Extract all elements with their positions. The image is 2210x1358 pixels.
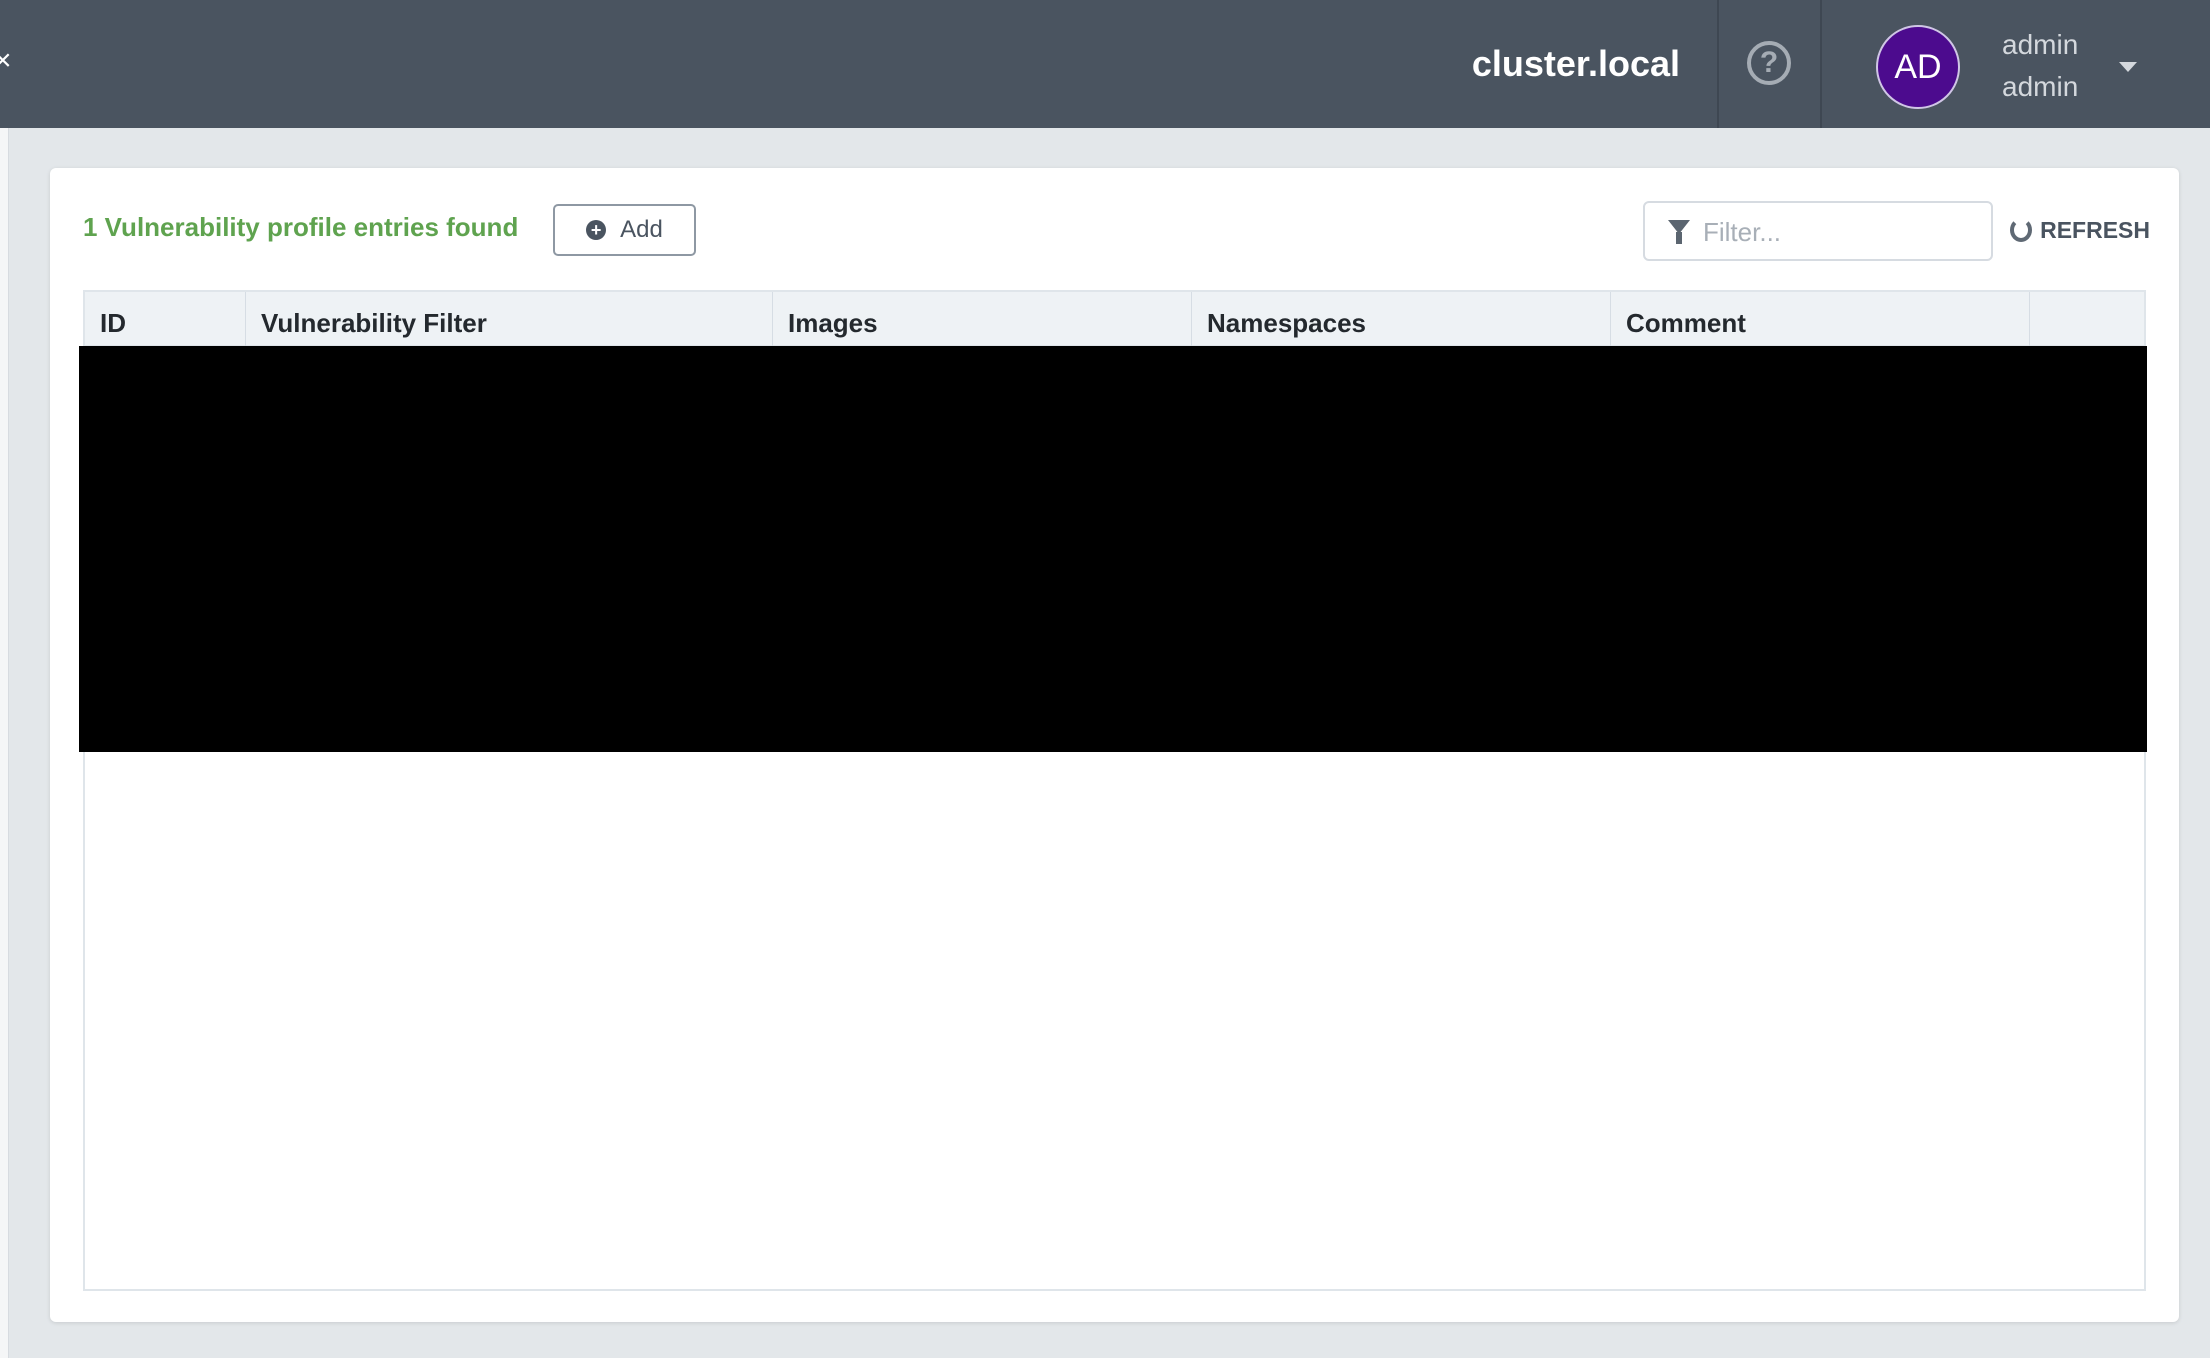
redacted-table-rows bbox=[79, 346, 2147, 752]
top-bar: × cluster.local ? AD admin admin bbox=[0, 0, 2210, 128]
user-role: admin bbox=[2002, 71, 2079, 102]
refresh-icon bbox=[2010, 218, 2033, 242]
user-menu[interactable]: admin admin bbox=[2002, 24, 2122, 108]
add-button-label: Add bbox=[620, 216, 663, 243]
filter-icon-stem bbox=[1676, 232, 1682, 244]
column-header-namespaces[interactable]: Namespaces bbox=[1192, 292, 1611, 346]
entry-count: 1 Vulnerability profile entries found bbox=[83, 212, 519, 242]
add-button[interactable]: + Add bbox=[553, 204, 696, 256]
filter-field[interactable] bbox=[1643, 201, 1993, 261]
refresh-button[interactable]: REFRESH bbox=[2010, 212, 2150, 248]
column-header-actions bbox=[2030, 292, 2144, 346]
plus-circle-icon: + bbox=[586, 220, 607, 240]
user-name: admin bbox=[2002, 29, 2079, 60]
column-header-vulnerability-filter[interactable]: Vulnerability Filter bbox=[246, 292, 773, 346]
filter-input[interactable] bbox=[1703, 213, 1973, 251]
close-icon[interactable]: × bbox=[0, 44, 14, 78]
avatar[interactable]: AD bbox=[1876, 25, 1960, 109]
divider bbox=[1717, 0, 1719, 128]
sidebar-edge bbox=[0, 128, 9, 1358]
cluster-name: cluster.local bbox=[1471, 43, 1680, 84]
help-icon[interactable]: ? bbox=[1747, 41, 1791, 85]
table-header: ID Vulnerability Filter Images Namespace… bbox=[85, 292, 2144, 346]
column-header-images[interactable]: Images bbox=[773, 292, 1192, 346]
column-header-comment[interactable]: Comment bbox=[1611, 292, 2030, 346]
chevron-down-icon[interactable] bbox=[2119, 62, 2137, 72]
column-header-id[interactable]: ID bbox=[85, 292, 246, 346]
refresh-label: REFRESH bbox=[2040, 216, 2150, 243]
divider bbox=[1820, 0, 1822, 128]
